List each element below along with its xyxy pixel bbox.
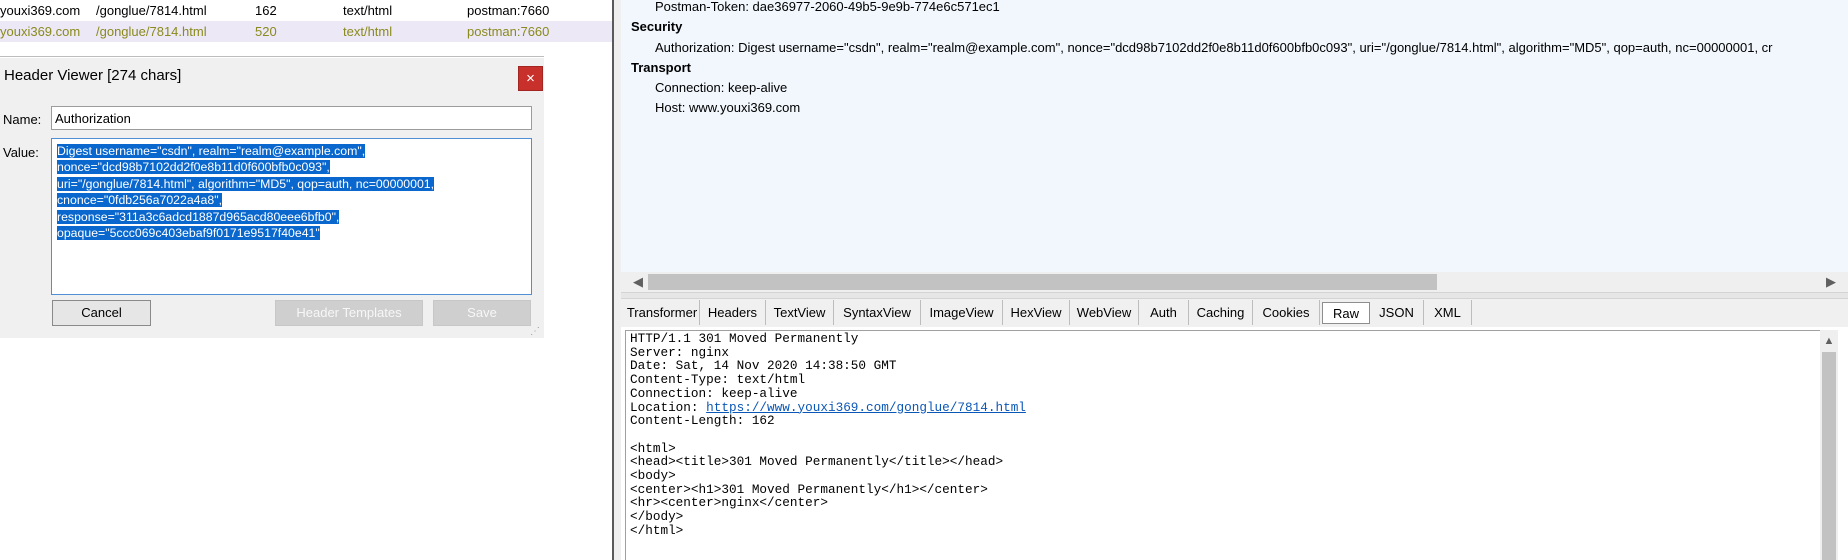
header-connection[interactable]: Connection: keep-alive (655, 80, 787, 95)
session-row[interactable]: youxi369.com /gonglue/7814.html 162 text… (0, 0, 612, 21)
body-line: <head><title>301 Moved Permanently</titl… (630, 454, 1004, 470)
tab-json[interactable]: JSON (1370, 300, 1424, 325)
vertical-scrollbar[interactable]: ▲ (1820, 330, 1838, 560)
tab-webview[interactable]: WebView (1070, 300, 1139, 325)
tab-raw[interactable]: Raw (1322, 302, 1370, 324)
value-label: Value: (3, 145, 39, 160)
raw-response-text[interactable]: HTTP/1.1 301 Moved Permanently Server: n… (630, 332, 1026, 538)
session-content-type: text/html (343, 24, 393, 39)
value-line: cnonce="0fdb256a7022a4a8", (57, 193, 222, 208)
name-input[interactable] (51, 106, 532, 130)
session-body-size: 520 (255, 24, 277, 39)
raw-response-view[interactable]: HTTP/1.1 301 Moved Permanently Server: n… (625, 330, 1820, 560)
session-host: youxi369.com (0, 3, 81, 18)
tab-transformer[interactable]: Transformer (625, 300, 700, 325)
tab-headers[interactable]: Headers (700, 300, 766, 325)
tab-hexview[interactable]: HexView (1003, 300, 1070, 325)
close-button[interactable]: × (518, 66, 543, 91)
body-line: </html> (630, 522, 684, 538)
tab-cookies[interactable]: Cookies (1253, 300, 1320, 325)
pane-divider[interactable] (621, 292, 1848, 299)
scroll-up-icon[interactable]: ▲ (1820, 333, 1838, 349)
close-icon: × (526, 70, 535, 87)
dialog-title: Header Viewer [274 chars] (4, 67, 182, 84)
tab-textview[interactable]: TextView (766, 300, 834, 325)
header-host[interactable]: Host: www.youxi369.com (655, 100, 800, 115)
resize-grip-icon[interactable]: ⋰ (530, 326, 542, 338)
group-transport[interactable]: Transport (631, 60, 691, 75)
scrollbar-thumb[interactable] (648, 274, 1437, 290)
tab-syntaxview[interactable]: SyntaxView (834, 300, 921, 325)
value-line: nonce="dcd98b7102dd2f0e8b11d0f600bfb0c09… (57, 160, 330, 175)
value-line: response="311a3c6adcd1887d965acd80eee6bf… (57, 209, 340, 224)
header-authorization[interactable]: Authorization: Digest username="csdn", r… (655, 40, 1773, 55)
session-content-type: text/html (343, 3, 393, 18)
header-templates-button[interactable]: Header Templates (275, 300, 423, 326)
name-label: Name: (3, 112, 42, 127)
header-postman-token[interactable]: Postman-Token: dae36977-2060-49b5-9e9b-7… (655, 0, 1000, 14)
session-process: postman:7660 (467, 24, 550, 39)
tab-caching[interactable]: Caching (1189, 300, 1253, 325)
response-tabs: Transformer Headers TextView SyntaxView … (621, 299, 1848, 327)
value-line: opaque="5ccc069c403ebaf9f0171e9517f40e41… (57, 226, 320, 241)
session-url: /gonglue/7814.html (96, 3, 207, 18)
tab-auth[interactable]: Auth (1139, 300, 1189, 325)
header-viewer-dialog: Header Viewer [274 chars] × Name: Value:… (0, 58, 544, 338)
session-url: /gonglue/7814.html (96, 24, 207, 39)
header-content-length: Content-Length: 162 (630, 413, 775, 429)
scrollbar-thumb[interactable] (1822, 352, 1836, 560)
session-body-size: 162 (255, 3, 277, 18)
scroll-left-icon[interactable]: ◀ (629, 272, 647, 292)
value-line: Digest username="csdn", realm="realm@exa… (57, 144, 366, 158)
pane-splitter[interactable] (612, 0, 621, 560)
value-textarea[interactable]: Digest username="csdn", realm="realm@exa… (51, 138, 532, 295)
cancel-button[interactable]: Cancel (52, 300, 151, 326)
scroll-right-icon[interactable]: ▶ (1822, 272, 1840, 292)
group-security[interactable]: Security (631, 19, 682, 34)
session-process: postman:7660 (467, 3, 550, 18)
list-divider (0, 56, 544, 57)
session-row-selected[interactable]: youxi369.com /gonglue/7814.html 520 text… (0, 21, 612, 42)
request-headers-view: Postman-Token: dae36977-2060-49b5-9e9b-7… (621, 0, 1848, 272)
horizontal-scrollbar[interactable]: ◀ ▶ (621, 272, 1848, 292)
value-line: uri="/gonglue/7814.html", algorithm="MD5… (57, 176, 435, 191)
session-list[interactable]: youxi369.com /gonglue/7814.html 162 text… (0, 0, 612, 42)
tab-imageview[interactable]: ImageView (921, 300, 1003, 325)
tab-xml[interactable]: XML (1424, 300, 1472, 325)
save-button[interactable]: Save (433, 300, 531, 326)
session-host: youxi369.com (0, 24, 81, 39)
